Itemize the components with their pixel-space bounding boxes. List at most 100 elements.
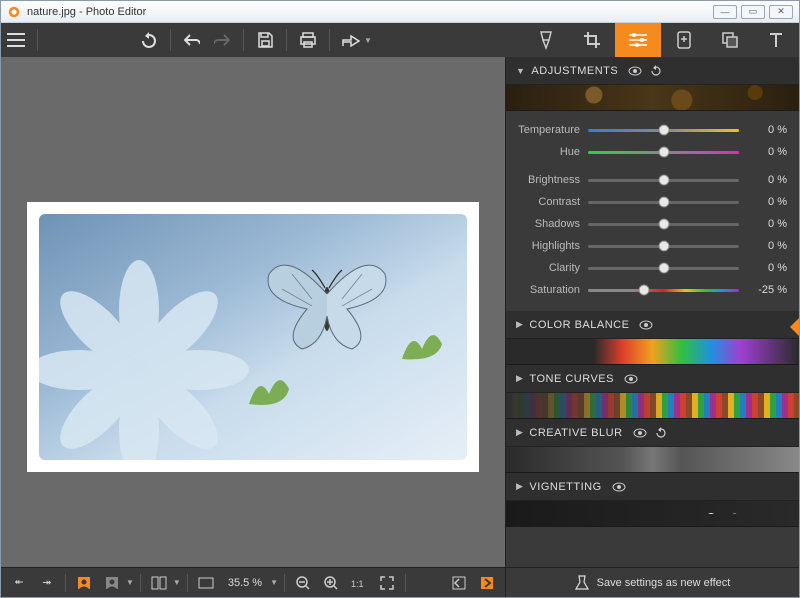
slider-label: Clarity (506, 262, 588, 274)
app-icon (7, 5, 21, 19)
expand-icon: ▶ (516, 427, 523, 438)
section-title: COLOR BALANCE (529, 319, 629, 331)
slider-track[interactable] (588, 173, 739, 187)
photo[interactable] (27, 202, 479, 472)
apply-button[interactable] (475, 572, 499, 594)
canvas-viewport[interactable] (1, 57, 505, 567)
expand-icon: ▶ (516, 319, 523, 330)
undo-button[interactable] (177, 23, 207, 57)
fullscreen-button[interactable] (375, 572, 399, 594)
slider-track[interactable] (588, 239, 739, 253)
next-image-button[interactable]: ⯮ (35, 572, 59, 594)
tab-retouch[interactable] (661, 23, 707, 57)
slider-contrast: Contrast 0 % (506, 191, 787, 213)
zoom-100-button[interactable]: 1:1 (347, 572, 371, 594)
canvas-area: ⯬ ⯮ ▼ ▼ 35.5 % ▼ 1:1 (1, 57, 505, 597)
tab-adjust[interactable] (615, 23, 661, 57)
right-panel: ▼ ADJUSTMENTS Temperature0 %Hue0 %Bright… (505, 57, 799, 597)
tab-crop[interactable] (569, 23, 615, 57)
slider-track[interactable] (588, 283, 739, 297)
section-creative-blur-header[interactable]: ▶ CREATIVE BLUR (506, 419, 799, 447)
share-dropdown-icon[interactable]: ▼ (364, 36, 372, 45)
save-effect-button[interactable]: Save settings as new effect (506, 567, 799, 597)
slider-shadows: Shadows 0 % (506, 213, 787, 235)
svg-text:1:1: 1:1 (351, 579, 364, 589)
section-vignetting-header[interactable]: ▶ VIGNETTING (506, 473, 799, 501)
slider-saturation: Saturation -25 % (506, 279, 787, 301)
visibility-icon[interactable] (624, 374, 638, 384)
zoom-dropdown[interactable]: ▼ (270, 578, 278, 587)
print-button[interactable] (293, 23, 323, 57)
slider-highlights: Highlights0 % (506, 235, 787, 257)
tool-tabs (523, 23, 799, 57)
slider-track[interactable] (588, 217, 739, 231)
fit-screen-button[interactable] (194, 572, 218, 594)
adjustments-body: Temperature0 %Hue0 %Brightness0 %Contras… (506, 111, 799, 311)
slider-value: 0 % (739, 218, 787, 230)
slider-value: -25 % (739, 284, 787, 296)
menu-button[interactable] (1, 23, 31, 57)
slider-label: Hue (506, 146, 588, 158)
zoom-value[interactable]: 35.5 % (222, 577, 268, 589)
adjustments-thumbnail (506, 85, 799, 111)
flask-icon (575, 575, 589, 591)
maximize-button[interactable]: ▭ (741, 5, 765, 19)
tab-effects[interactable] (523, 23, 569, 57)
creative-blur-thumbnail (506, 447, 799, 473)
slider-temperature: Temperature 0 % (506, 119, 787, 141)
reset-icon[interactable] (650, 65, 662, 77)
collapse-icon: ▼ (516, 66, 525, 76)
slider-track[interactable] (588, 123, 739, 137)
close-button[interactable]: ✕ (769, 5, 793, 19)
slider-clarity: Clarity 0 % (506, 257, 787, 279)
slider-hue: Hue0 % (506, 141, 787, 163)
zoom-in-button[interactable] (319, 572, 343, 594)
reset-icon[interactable] (655, 427, 667, 439)
zoom-out-button[interactable] (291, 572, 315, 594)
visibility-icon[interactable] (628, 66, 642, 76)
slider-value: 0 % (739, 124, 787, 136)
section-title: CREATIVE BLUR (529, 427, 622, 439)
slider-track[interactable] (588, 145, 739, 159)
slider-brightness: Brightness0 % (506, 169, 787, 191)
titlebar: nature.jpg - Photo Editor — ▭ ✕ (1, 1, 799, 23)
vignetting-thumbnail (506, 501, 799, 527)
slider-value: 0 % (739, 240, 787, 252)
expand-icon: ▶ (516, 373, 523, 384)
prev-image-button[interactable]: ⯬ (7, 572, 31, 594)
slider-track[interactable] (588, 261, 739, 275)
visibility-icon[interactable] (633, 428, 647, 438)
slider-label: Contrast (506, 196, 588, 208)
portrait-dropdown[interactable]: ▼ (126, 578, 134, 587)
portrait-orange-icon[interactable] (72, 572, 96, 594)
section-tone-curves-header[interactable]: ▶ TONE CURVES (506, 365, 799, 393)
save-effect-label: Save settings as new effect (597, 577, 731, 589)
visibility-icon[interactable] (639, 320, 653, 330)
compare-dropdown[interactable]: ▼ (173, 578, 181, 587)
section-adjustments-header[interactable]: ▼ ADJUSTMENTS (506, 57, 799, 85)
slider-value: 0 % (739, 262, 787, 274)
tab-text[interactable] (753, 23, 799, 57)
redo-button[interactable] (207, 23, 237, 57)
slider-value: 0 % (739, 196, 787, 208)
section-title: TONE CURVES (529, 373, 614, 385)
main-toolbar: ▼ (1, 23, 799, 57)
portrait-gray-icon[interactable] (100, 572, 124, 594)
window-title: nature.jpg - Photo Editor (27, 6, 713, 18)
slider-label: Saturation (506, 284, 588, 296)
revert-button[interactable] (447, 572, 471, 594)
minimize-button[interactable]: — (713, 5, 737, 19)
visibility-icon[interactable] (612, 482, 626, 492)
section-color-balance-header[interactable]: ▶ COLOR BALANCE (506, 311, 799, 339)
share-button[interactable] (336, 23, 366, 57)
slider-label: Temperature (506, 124, 588, 136)
compare-split-button[interactable] (147, 572, 171, 594)
tab-overlay[interactable] (707, 23, 753, 57)
slider-label: Shadows (506, 218, 588, 230)
undo-all-button[interactable] (134, 23, 164, 57)
expand-icon: ▶ (516, 481, 523, 492)
save-button[interactable] (250, 23, 280, 57)
slider-track[interactable] (588, 195, 739, 209)
color-balance-thumbnail (506, 339, 799, 365)
section-title: VIGNETTING (529, 481, 601, 493)
